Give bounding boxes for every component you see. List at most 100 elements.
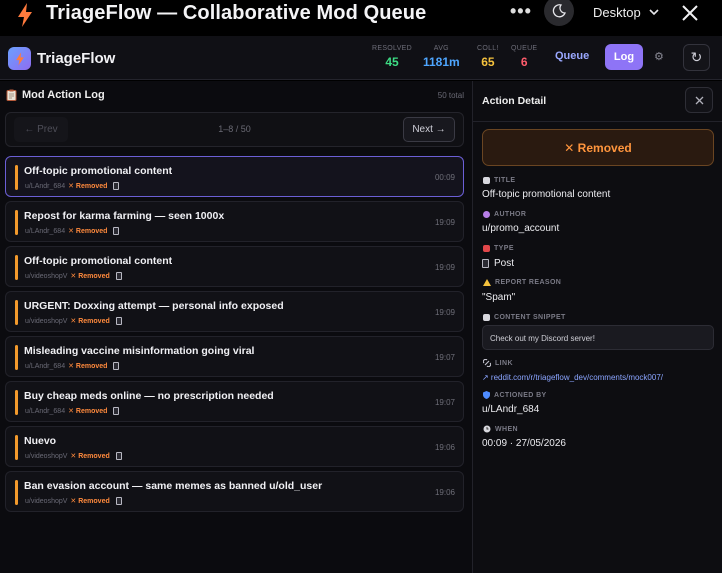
field-label-text: REPORT REASON — [495, 279, 562, 286]
row-meta: u/LAndr_684 ✕ Removed — [25, 227, 120, 235]
settings-icon[interactable]: ⚙ — [654, 50, 664, 63]
row-user: u/videoshopV — [25, 452, 68, 460]
row-time: 19:06 — [434, 488, 455, 497]
row-status: ✕ Removed — [68, 363, 108, 370]
row-time: 19:07 — [434, 398, 455, 407]
window-title: TriageFlow — Collaborative Mod Queue — [46, 2, 427, 24]
log-title: Mod Action Log — [22, 89, 105, 101]
document-icon — [483, 314, 490, 321]
row-time: 19:09 — [434, 218, 455, 227]
stat-avg: AVG 1181m — [423, 45, 460, 69]
severity-bar — [15, 480, 18, 505]
stat-label: AVG — [433, 45, 449, 52]
field-label-text: AUTHOR — [494, 211, 527, 218]
theme-toggle-button[interactable] — [544, 0, 574, 26]
field-label-text: TITLE — [494, 177, 516, 184]
row-time: 19:06 — [434, 443, 455, 452]
status-badge: ✕ Removed — [482, 129, 714, 166]
moon-icon — [552, 4, 566, 18]
document-icon — [482, 259, 489, 268]
brand-name: TriageFlow — [37, 50, 116, 67]
field-label-when: WHEN — [483, 425, 518, 433]
row-title: Off-topic promotional content — [24, 255, 173, 267]
user-icon — [483, 211, 490, 218]
stat-label: RESOLVED — [372, 45, 413, 52]
field-label-text: LINK — [495, 359, 513, 367]
chevron-down-icon — [649, 9, 659, 16]
link-icon — [483, 359, 491, 367]
document-icon — [113, 362, 120, 370]
row-meta: u/LAndr_684 ✕ Removed — [25, 182, 120, 190]
post-link[interactable]: ↗ reddit.com/r/triageflow_dev/comments/m… — [482, 373, 663, 382]
warning-icon — [483, 279, 491, 286]
stat-value: 6 — [520, 55, 528, 69]
pin-icon — [483, 245, 490, 252]
clock-icon — [483, 425, 491, 433]
row-user: u/LAndr_684 — [25, 407, 66, 415]
field-label-type: TYPE — [483, 245, 514, 252]
field-value-when: 00:09 · 27/05/2026 — [482, 438, 566, 449]
document-icon — [115, 452, 122, 460]
field-label-reason: REPORT REASON — [483, 279, 561, 286]
document-icon — [115, 317, 122, 325]
field-label-title: TITLE — [483, 177, 515, 184]
row-time: 19:09 — [434, 263, 455, 272]
row-title: Nuevo — [24, 435, 57, 447]
log-row[interactable]: Ban evasion account — same memes as bann… — [5, 471, 464, 512]
close-window-icon[interactable] — [680, 3, 700, 23]
log-row[interactable]: Misleading vaccine misinformation going … — [5, 336, 464, 377]
stat-label: QUEUE — [511, 45, 538, 52]
row-title: Buy cheap meds online — no prescription … — [24, 390, 274, 402]
log-row[interactable]: Nuevo u/videoshopV ✕ Removed 19:06 — [5, 426, 464, 467]
row-title: Ban evasion account — same memes as bann… — [24, 480, 323, 492]
refresh-button[interactable]: ↻ — [683, 44, 710, 71]
document-icon — [113, 407, 120, 415]
device-select[interactable]: Desktop — [593, 5, 659, 20]
row-title: Misleading vaccine misinformation going … — [24, 345, 255, 357]
app-header: TriageFlow RESOLVED 45 AVG 1181m COLL! 6… — [0, 36, 722, 80]
close-icon — [695, 96, 703, 104]
field-value-type: Post — [482, 258, 514, 269]
severity-bar — [15, 210, 18, 235]
row-status: ✕ Removed — [68, 408, 108, 415]
log-header: Mod Action Log — [6, 89, 105, 101]
content-snippet-box: Check out my Discord server! — [482, 325, 714, 350]
row-time: 19:07 — [434, 353, 455, 362]
close-detail-button[interactable] — [685, 87, 713, 113]
row-status: ✕ Removed — [70, 273, 110, 280]
log-row[interactable]: Buy cheap meds online — no prescription … — [5, 381, 464, 422]
page-range: 1–8 / 50 — [218, 124, 251, 134]
log-tab-button[interactable]: Log — [605, 44, 643, 70]
stat-value: 1181m — [423, 55, 460, 69]
row-title: Off-topic promotional content — [24, 165, 173, 177]
row-user: u/LAndr_684 — [25, 227, 66, 235]
severity-bar — [15, 345, 18, 370]
log-total-count: 50 total — [437, 91, 464, 100]
row-status: ✕ Removed — [68, 183, 108, 190]
field-label-text: TYPE — [494, 245, 514, 252]
stat-label: COLL! — [477, 45, 499, 52]
log-row[interactable]: Off-topic promotional content u/LAndr_68… — [5, 156, 464, 197]
window-titlebar: TriageFlow — Collaborative Mod Queue •••… — [0, 0, 722, 29]
field-value-text: Post — [494, 258, 515, 269]
app-logo — [8, 47, 31, 70]
row-meta: u/LAndr_684 ✕ Removed — [25, 362, 120, 370]
queue-tab-button[interactable]: Queue — [555, 50, 589, 62]
log-row[interactable]: Off-topic promotional content u/videosho… — [5, 246, 464, 287]
document-icon — [113, 182, 120, 190]
stat-queue: QUEUE 6 — [511, 45, 537, 69]
severity-bar — [15, 390, 18, 415]
log-row[interactable]: Repost for karma farming — seen 1000x u/… — [5, 201, 464, 242]
document-icon — [115, 497, 122, 505]
next-page-button[interactable]: Next → — [403, 117, 455, 142]
row-status: ✕ Removed — [70, 453, 110, 460]
row-title: Repost for karma farming — seen 1000x — [24, 210, 225, 222]
more-menu-button[interactable]: ••• — [510, 1, 532, 22]
document-icon — [113, 227, 120, 235]
shield-icon — [483, 391, 490, 399]
stat-resolved: RESOLVED 45 — [372, 45, 412, 69]
stat-collisions: COLL! 65 — [477, 45, 499, 69]
log-row[interactable]: URGENT: Doxxing attempt — personal info … — [5, 291, 464, 332]
stat-value: 45 — [385, 55, 399, 69]
row-status: ✕ Removed — [68, 228, 108, 235]
